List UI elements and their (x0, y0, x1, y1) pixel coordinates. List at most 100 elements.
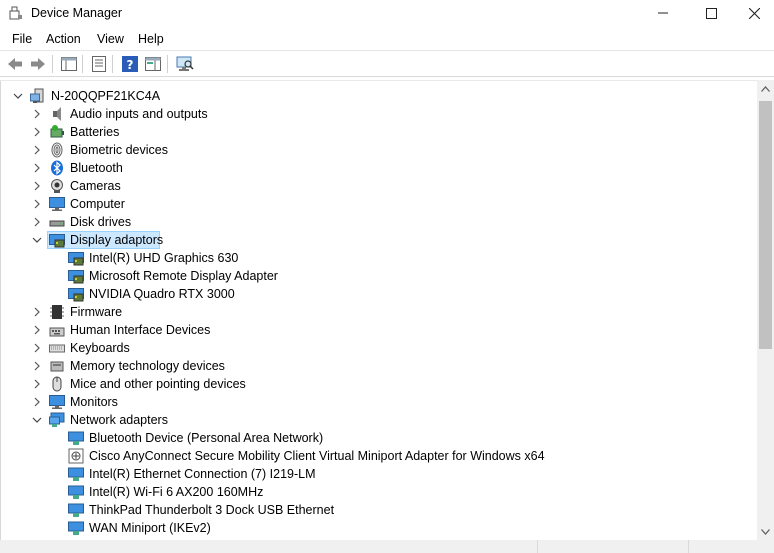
tree-child-network-adapter[interactable]: ThinkPad Thunderbolt 3 Dock USB Ethernet (0, 501, 757, 519)
expand-arrow[interactable] (30, 304, 44, 320)
tree-item-audio-inputs-outputs[interactable]: Audio inputs and outputs (0, 105, 757, 123)
action-pane-button[interactable] (143, 54, 163, 74)
expand-arrow[interactable] (30, 160, 44, 176)
speaker-icon (53, 107, 61, 121)
expand-arrow[interactable] (30, 214, 44, 230)
tree-child-display-adapter[interactable]: Intel(R) UHD Graphics 630 (0, 249, 757, 267)
expand-arrow[interactable] (30, 142, 44, 158)
chevron-right-icon (34, 397, 40, 407)
device-tree: N-20QQPF21KC4A Audio inputs and outputs … (0, 80, 757, 541)
status-divider (688, 540, 689, 553)
expand-arrow[interactable] (30, 358, 44, 374)
network-adapter-icon (68, 503, 84, 517)
tree-item-batteries[interactable]: Batteries (0, 123, 757, 141)
expand-arrow[interactable] (30, 178, 44, 194)
forward-button[interactable] (28, 54, 48, 74)
tree-child-network-adapter[interactable]: Bluetooth Device (Personal Area Network) (0, 429, 757, 447)
menu-file[interactable]: File (12, 32, 32, 46)
menu-action[interactable]: Action (46, 32, 81, 46)
chevron-down-icon (13, 93, 23, 99)
memory-icon (50, 361, 64, 372)
tree-item-cameras[interactable]: Cameras (0, 177, 757, 195)
chevron-right-icon (34, 361, 40, 371)
tree-child-label: ThinkPad Thunderbolt 3 Dock USB Ethernet (89, 503, 335, 517)
menu-view[interactable]: View (97, 32, 124, 46)
firmware-icon (50, 305, 64, 319)
tree-item-firmware[interactable]: Firmware (0, 303, 757, 321)
expand-arrow[interactable] (30, 196, 44, 212)
tree-item-mice-pointing-devices[interactable]: Mice and other pointing devices (0, 375, 757, 393)
scroll-thumb[interactable] (759, 101, 772, 349)
back-arrow-icon (8, 58, 22, 70)
battery-icon (50, 125, 64, 138)
collapse-arrow[interactable] (11, 88, 25, 104)
tree-item-network-adapters[interactable]: Network adapters (0, 411, 757, 429)
network-adapter-icon (49, 412, 65, 427)
expand-arrow[interactable] (30, 394, 44, 410)
mouse-icon (52, 376, 62, 392)
title-bar: Device Manager (0, 0, 774, 26)
disk-drive-icon (49, 220, 65, 227)
tree-item-monitors[interactable]: Monitors (0, 393, 757, 411)
help-button[interactable]: ? (120, 54, 140, 74)
tree-item-bluetooth[interactable]: Bluetooth (0, 159, 757, 177)
maximize-icon (705, 7, 717, 19)
vertical-scrollbar[interactable] (757, 80, 774, 540)
show-hide-console-tree-button[interactable] (59, 54, 79, 74)
tree-child-label: Bluetooth Device (Personal Area Network) (89, 431, 324, 445)
tree-item-label: Network adapters (70, 413, 168, 427)
tree-item-label: Human Interface Devices (70, 323, 211, 337)
expand-arrow[interactable] (30, 322, 44, 338)
chevron-right-icon (34, 109, 40, 119)
chevron-right-icon (34, 181, 40, 191)
forward-arrow-icon (31, 58, 45, 70)
tree-child-network-adapter[interactable]: Intel(R) Wi-Fi 6 AX200 160MHz (0, 483, 757, 501)
chevron-down-icon (32, 237, 42, 243)
tree-item-computer[interactable]: Computer (0, 195, 757, 213)
chevron-right-icon (34, 145, 40, 155)
close-button[interactable] (735, 0, 774, 26)
tree-item-label: Keyboards (70, 341, 130, 355)
fingerprint-icon (51, 142, 63, 158)
tree-child-label: Intel(R) Ethernet Connection (7) I219-LM (89, 467, 316, 481)
tree-item-display-adaptors[interactable]: Display adaptors (0, 231, 757, 249)
tree-item-keyboards[interactable]: Keyboards (0, 339, 757, 357)
properties-button[interactable] (89, 54, 109, 74)
expand-arrow[interactable] (30, 340, 44, 356)
tree-child-label: Intel(R) UHD Graphics 630 (89, 251, 239, 265)
computer-name: N-20QQPF21KC4A (51, 89, 161, 103)
toolbar-separator (112, 55, 113, 73)
size-grip[interactable] (757, 540, 774, 553)
bluetooth-icon (51, 160, 63, 176)
virtual-adapter-icon (68, 448, 84, 464)
tree-child-network-adapter[interactable]: WAN Miniport (IKEv2) (0, 519, 757, 537)
keyboard-icon (49, 344, 65, 353)
tree-child-display-adapter[interactable]: Microsoft Remote Display Adapter (0, 267, 757, 285)
tree-item-memory-technology-devices[interactable]: Memory technology devices (0, 357, 757, 375)
menu-help[interactable]: Help (138, 32, 164, 46)
expand-arrow[interactable] (30, 124, 44, 140)
tree-item-disk-drives[interactable]: Disk drives (0, 213, 757, 231)
computer-icon (49, 197, 65, 211)
scroll-up-button[interactable] (757, 80, 774, 97)
action-pane-icon (145, 57, 161, 71)
tree-item-human-interface-devices[interactable]: Human Interface Devices (0, 321, 757, 339)
scroll-down-button[interactable] (757, 523, 774, 540)
tree-item-label: Biometric devices (70, 143, 168, 157)
collapse-arrow[interactable] (30, 412, 44, 428)
tree-root[interactable]: N-20QQPF21KC4A (0, 87, 757, 105)
expand-arrow[interactable] (30, 376, 44, 392)
tree-item-label: Memory technology devices (70, 359, 225, 373)
back-button[interactable] (5, 54, 25, 74)
tree-item-label: Cameras (70, 179, 121, 193)
maximize-button[interactable] (688, 0, 734, 26)
tree-child-network-adapter[interactable]: Intel(R) Ethernet Connection (7) I219-LM (0, 465, 757, 483)
scan-hardware-changes-button[interactable] (175, 54, 195, 74)
tree-child-network-adapter[interactable]: Cisco AnyConnect Secure Mobility Client … (0, 447, 757, 465)
minimize-button[interactable] (640, 0, 686, 26)
tree-item-biometric-devices[interactable]: Biometric devices (0, 141, 757, 159)
collapse-arrow[interactable] (30, 232, 44, 248)
expand-arrow[interactable] (30, 106, 44, 122)
chevron-right-icon (34, 163, 40, 173)
tree-child-display-adapter[interactable]: NVIDIA Quadro RTX 3000 (0, 285, 757, 303)
